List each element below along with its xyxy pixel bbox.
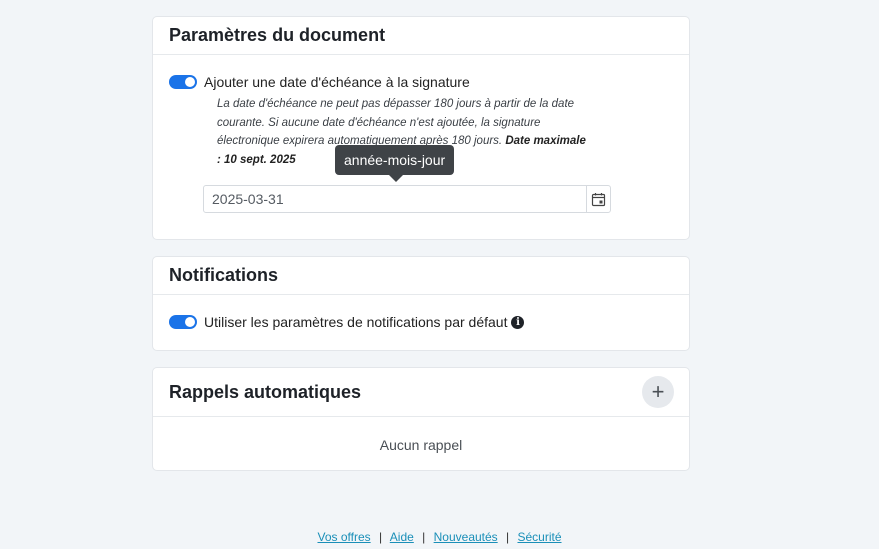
notifications-toggle-switch[interactable] bbox=[169, 315, 197, 329]
document-settings-title: Paramètres du document bbox=[169, 25, 386, 45]
page: Paramètres du document Ajouter une date … bbox=[0, 0, 879, 549]
calendar-button[interactable] bbox=[586, 186, 610, 212]
notifications-card: Notifications Utiliser les paramètres de… bbox=[152, 256, 690, 351]
footer-link-security[interactable]: Sécurité bbox=[517, 530, 561, 544]
footer-separator: | bbox=[506, 530, 510, 544]
reminders-title: Rappels automatiques bbox=[169, 381, 362, 402]
reminders-header: Rappels automatiques + bbox=[153, 368, 689, 417]
due-date-toggle-label: Ajouter une date d'échéance à la signatu… bbox=[204, 74, 470, 90]
document-settings-card: Paramètres du document Ajouter une date … bbox=[152, 16, 690, 240]
plus-icon: + bbox=[651, 379, 665, 404]
notifications-toggle-row[interactable]: Utiliser les paramètres de notifications… bbox=[169, 314, 525, 330]
reminders-card: Rappels automatiques + Aucun rappel bbox=[152, 367, 690, 471]
notifications-header: Notifications bbox=[153, 257, 689, 295]
calendar-icon bbox=[591, 192, 606, 206]
due-date-toggle-switch[interactable] bbox=[169, 75, 197, 89]
due-date-input[interactable]: 2025-03-31 bbox=[203, 185, 611, 213]
info-icon[interactable]: i bbox=[511, 315, 525, 329]
date-format-tooltip: année-mois-jour bbox=[335, 145, 455, 182]
footer-separator: | bbox=[422, 530, 426, 544]
due-date-toggle-row[interactable]: Ajouter une date d'échéance à la signatu… bbox=[169, 74, 470, 90]
footer-link-help[interactable]: Aide bbox=[390, 530, 414, 544]
notifications-toggle-label: Utiliser les paramètres de notifications… bbox=[204, 314, 508, 330]
footer-separator: | bbox=[378, 530, 383, 544]
notifications-title: Notifications bbox=[169, 265, 279, 285]
due-date-value[interactable]: 2025-03-31 bbox=[204, 191, 586, 207]
document-settings-header: Paramètres du document bbox=[153, 17, 689, 55]
footer-link-news[interactable]: Nouveautés bbox=[434, 530, 498, 544]
footer-link-offers[interactable]: Vos offres bbox=[317, 530, 370, 544]
reminders-empty-text: Aucun rappel bbox=[379, 437, 463, 453]
footer: Vos offres | Aide | Nouveautés | Sécurit… bbox=[0, 530, 879, 544]
add-reminder-button[interactable]: + bbox=[642, 376, 674, 408]
